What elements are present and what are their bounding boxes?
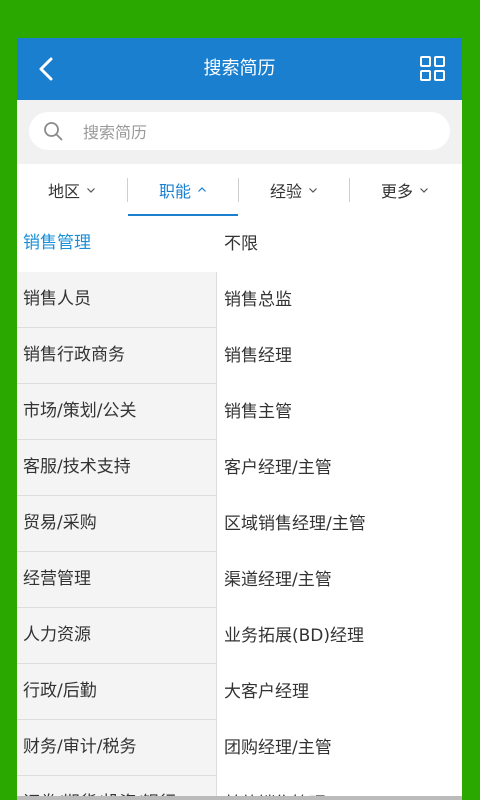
grid-menu-button[interactable]: [418, 54, 448, 84]
filter-bar: 地区 职能 经验 更多: [17, 164, 462, 216]
filter-tab-label: 职能: [158, 182, 191, 201]
category-item[interactable]: 财务/审计/税务: [17, 720, 216, 776]
subcategory-item[interactable]: 销售主管: [217, 384, 462, 440]
filter-tab-function[interactable]: 职能: [128, 164, 238, 216]
filter-tab-more[interactable]: 更多: [350, 164, 460, 216]
filter-tab-label: 地区: [47, 182, 80, 201]
category-item[interactable]: 贸易/采购: [17, 496, 216, 552]
subcategory-item[interactable]: 渠道经理/主管: [217, 552, 462, 608]
subcategory-item[interactable]: 团购经理/主管: [217, 720, 462, 776]
scroll-edge: [17, 796, 462, 800]
chevron-up-icon: [198, 187, 206, 192]
subcategory-item[interactable]: 销售经理: [217, 328, 462, 384]
category-item[interactable]: 销售人员: [17, 272, 216, 328]
category-item[interactable]: 销售管理: [17, 216, 217, 272]
function-picker: 销售管理 销售人员 销售行政商务 市场/策划/公关 客服/技术支持 贸易/采购 …: [17, 216, 462, 800]
chevron-down-icon: [420, 188, 428, 193]
category-item[interactable]: 客服/技术支持: [17, 440, 216, 496]
category-item[interactable]: 经营管理: [17, 552, 216, 608]
subcategory-item[interactable]: 不限: [217, 216, 462, 272]
back-button[interactable]: [29, 52, 63, 86]
subcategory-item[interactable]: 客户经理/主管: [217, 440, 462, 496]
category-item[interactable]: 行政/后勤: [17, 664, 216, 720]
grid-icon: [420, 56, 445, 81]
filter-tab-experience[interactable]: 经验: [239, 164, 349, 216]
subcategory-list: 不限 销售总监 销售经理 销售主管 客户经理/主管 区域销售经理/主管 渠道经理…: [217, 216, 462, 800]
search-input[interactable]: [81, 116, 435, 148]
filter-tab-label: 更多: [380, 182, 413, 201]
page-title: 搜索简历: [203, 58, 276, 79]
chevron-down-icon: [87, 188, 95, 193]
subcategory-item[interactable]: 区域销售经理/主管: [217, 496, 462, 552]
chevron-down-icon: [309, 188, 317, 193]
subcategory-item[interactable]: 销售总监: [217, 272, 462, 328]
category-item[interactable]: 市场/策划/公关: [17, 384, 216, 440]
subcategory-item[interactable]: 业务拓展(BD)经理: [217, 608, 462, 664]
category-list: 销售管理 销售人员 销售行政商务 市场/策划/公关 客服/技术支持 贸易/采购 …: [17, 216, 217, 800]
filter-tab-region[interactable]: 地区: [17, 164, 127, 216]
top-bar: 搜索简历: [17, 38, 462, 100]
category-item[interactable]: 人力资源: [17, 608, 216, 664]
app-screen: 搜索简历 地区 职能: [17, 38, 462, 800]
search-icon: [44, 122, 63, 141]
category-item[interactable]: 销售行政商务: [17, 328, 216, 384]
subcategory-item[interactable]: 大客户经理: [217, 664, 462, 720]
filter-tab-label: 经验: [269, 182, 302, 201]
search-box[interactable]: [29, 112, 450, 150]
chevron-left-icon: [39, 57, 53, 81]
